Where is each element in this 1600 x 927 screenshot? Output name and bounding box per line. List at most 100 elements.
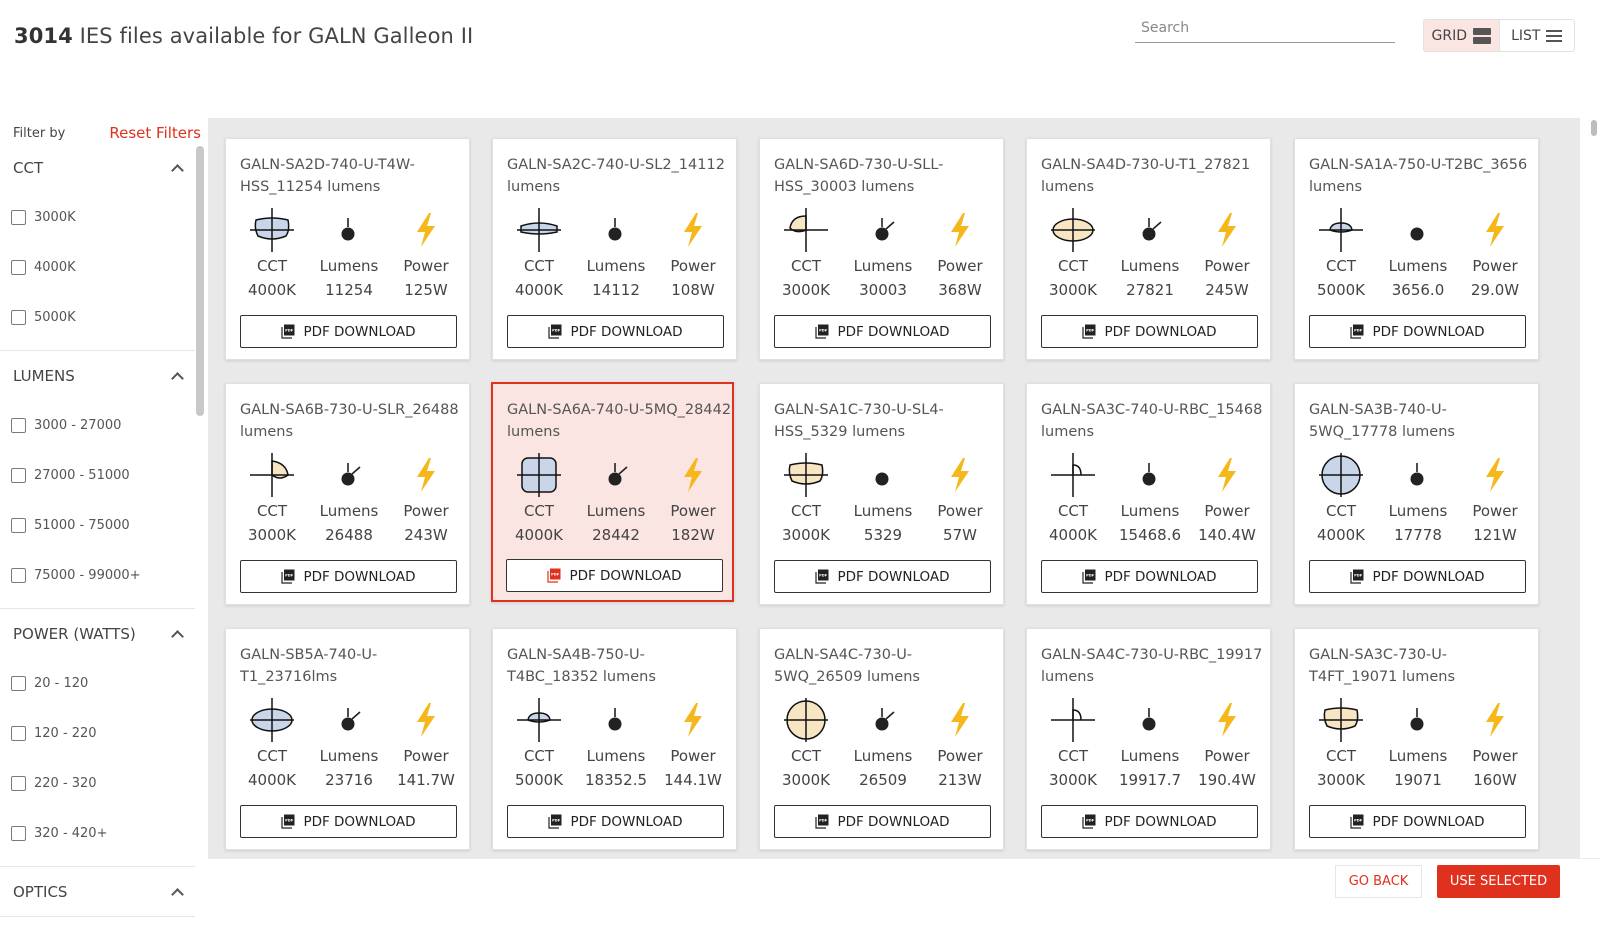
filter-checkbox[interactable]	[11, 567, 26, 583]
pdf-download-button[interactable]: PDF PDF DOWNLOAD	[1309, 805, 1526, 838]
grid-scrollbar-thumb[interactable]	[1591, 120, 1597, 136]
filter-checkbox[interactable]	[11, 675, 26, 691]
filter-checkbox[interactable]	[11, 825, 26, 841]
filter-section-2: POWER (WATTS) 20 - 120 120 - 220 220 - 320 3…	[0, 609, 195, 867]
filter-option[interactable]: 320 - 420+	[0, 808, 195, 858]
filter-checkbox[interactable]	[11, 309, 26, 325]
power-value: 243W	[404, 526, 448, 544]
filter-section-title: POWER (WATTS)	[13, 624, 136, 643]
card-title: GALN-SA2C-740-U-SL2_14112 lumens	[507, 157, 725, 195]
filter-checkbox[interactable]	[11, 467, 26, 483]
card-metrics: CCT 5000K Lumens 18352.5 Power 144.1W	[493, 698, 736, 799]
pdf-download-button[interactable]: PDF PDF DOWNLOAD	[1309, 315, 1526, 348]
list-view-button[interactable]: LIST	[1498, 20, 1575, 51]
sidebar-scrollbar[interactable]	[196, 146, 204, 416]
chevron-up-icon[interactable]	[172, 887, 182, 897]
filter-option[interactable]: 5000K	[0, 292, 195, 342]
filter-option[interactable]: 75000 - 99000+	[0, 550, 195, 600]
power-label: Power	[937, 502, 983, 520]
ies-file-card[interactable]: GALN-SA3B-740-U-5WQ_17778 lumens CCT 4000K…	[1294, 383, 1539, 605]
pdf-download-button[interactable]: PDF PDF DOWNLOAD	[507, 805, 724, 838]
filter-checkbox[interactable]	[11, 775, 26, 791]
filter-option[interactable]: 51000 - 75000	[0, 500, 195, 550]
filter-checkbox[interactable]	[11, 259, 26, 275]
card-metrics: CCT 4000K Lumens 17778 Power 121W	[1295, 453, 1538, 554]
filter-checkbox[interactable]	[11, 725, 26, 741]
grid-scrollbar-track[interactable]	[1580, 118, 1600, 858]
ies-file-card[interactable]: GALN-SA4B-750-U-T4BC_18352 lumens CCT 5000…	[492, 628, 737, 850]
svg-text:PDF: PDF	[820, 574, 829, 578]
search-input[interactable]	[1135, 14, 1395, 43]
lightning-bolt-icon	[915, 209, 1005, 251]
filter-option[interactable]: 20 - 120	[0, 658, 195, 708]
filter-option[interactable]: 120 - 220	[0, 708, 195, 758]
pdf-download-button[interactable]: PDF PDF DOWNLOAD	[774, 315, 991, 348]
ies-file-card[interactable]: GALN-SA4C-730-U-RBC_19917 lumens CCT 3000K…	[1026, 628, 1271, 850]
go-back-button[interactable]: GO BACK	[1335, 865, 1422, 898]
filter-checkbox[interactable]	[11, 209, 26, 225]
ies-file-card[interactable]: GALN-SA1C-730-U-SL4-HSS_5329 lumens CCT 30…	[759, 383, 1004, 605]
ies-file-card[interactable]: GALN-SA6B-730-U-SLR_26488 lumens CCT 3000K…	[225, 383, 470, 605]
svg-text:PDF: PDF	[1355, 819, 1364, 823]
filter-option[interactable]: 220 - 320	[0, 758, 195, 808]
svg-text:PDF: PDF	[286, 574, 295, 578]
svg-text:PDF: PDF	[820, 819, 829, 823]
pdf-download-label: PDF DOWNLOAD	[1104, 813, 1217, 830]
power-metric: Power 57W	[915, 454, 1005, 544]
lightning-bolt-icon	[648, 454, 738, 496]
pdf-download-button[interactable]: PDF PDF DOWNLOAD	[774, 805, 991, 838]
pdf-download-button[interactable]: PDF PDF DOWNLOAD	[240, 315, 457, 348]
filter-option[interactable]: 3000K	[0, 192, 195, 242]
power-metric: Power 141.7W	[381, 699, 471, 789]
pdf-icon: PDF	[1082, 814, 1096, 829]
svg-text:PDF: PDF	[1355, 574, 1364, 578]
chevron-up-icon[interactable]	[172, 629, 182, 639]
card-metrics: CCT 3000K Lumens 26488 Power 243W	[226, 453, 469, 554]
pdf-download-label: PDF DOWNLOAD	[1372, 323, 1485, 340]
chevron-up-icon[interactable]	[172, 371, 182, 381]
pdf-download-button[interactable]: PDF PDF DOWNLOAD	[240, 805, 457, 838]
pdf-download-button[interactable]: PDF PDF DOWNLOAD	[774, 560, 991, 593]
filter-checkbox[interactable]	[11, 517, 26, 533]
card-title: GALN-SA6B-730-U-SLR_26488 lumens	[240, 402, 459, 440]
ies-file-card[interactable]: GALN-SA2C-740-U-SL2_14112 lumens CCT 4000K…	[492, 138, 737, 360]
pdf-icon: PDF	[815, 814, 829, 829]
power-metric: Power 160W	[1450, 699, 1540, 789]
pdf-download-button[interactable]: PDF PDF DOWNLOAD	[1309, 560, 1526, 593]
ies-file-card[interactable]: GALN-SA3C-730-U-T4FT_19071 lumens CCT 3000…	[1294, 628, 1539, 850]
ies-file-card[interactable]: GALN-SA3C-740-U-RBC_15468 lumens CCT 4000K…	[1026, 383, 1271, 605]
filter-section-header[interactable]: POWER (WATTS)	[0, 609, 195, 658]
pdf-download-button[interactable]: PDF PDF DOWNLOAD	[507, 315, 724, 348]
ies-file-card[interactable]: GALN-SA6D-730-U-SLL-HSS_30003 lumens CCT 3…	[759, 138, 1004, 360]
pdf-download-button[interactable]: PDF PDF DOWNLOAD	[240, 560, 457, 593]
pdf-download-button[interactable]: PDF PDF DOWNLOAD	[1041, 805, 1258, 838]
power-metric: Power 125W	[381, 209, 471, 299]
pdf-download-button[interactable]: PDF PDF DOWNLOAD	[1041, 315, 1258, 348]
lightning-bolt-icon	[381, 699, 471, 741]
pdf-download-button[interactable]: PDF PDF DOWNLOAD	[506, 559, 723, 592]
grid-view-button[interactable]: GRID	[1424, 20, 1499, 51]
reset-filters-link[interactable]: Reset Filters	[109, 124, 201, 142]
pdf-icon: PDF	[548, 324, 562, 339]
filter-section-header[interactable]: OPTICS	[0, 867, 195, 916]
chevron-up-icon[interactable]	[172, 163, 182, 173]
filter-option[interactable]: 4000K	[0, 242, 195, 292]
filter-checkbox[interactable]	[11, 417, 26, 433]
ies-file-card[interactable]: GALN-SA1A-750-U-T2BC_3656 lumens CCT 5000K…	[1294, 138, 1539, 360]
power-label: Power	[1472, 747, 1518, 765]
pdf-download-button[interactable]: PDF PDF DOWNLOAD	[1041, 560, 1258, 593]
filter-section-header[interactable]: CCT	[0, 143, 195, 192]
filter-section-header[interactable]: LUMENS	[0, 351, 195, 400]
power-value: 245W	[1205, 281, 1249, 299]
ies-file-card[interactable]: GALN-SA4C-730-U-5WQ_26509 lumens CCT 3000K…	[759, 628, 1004, 850]
ies-file-card[interactable]: GALN-SA2D-740-U-T4W-HSS_11254 lumens CCT 4…	[225, 138, 470, 360]
pdf-icon: PDF	[815, 324, 829, 339]
use-selected-button[interactable]: USE SELECTED	[1437, 865, 1560, 898]
card-title: GALN-SA1C-730-U-SL4-HSS_5329 lumens	[774, 402, 944, 440]
filter-option[interactable]: 27000 - 51000	[0, 450, 195, 500]
filter-option[interactable]: 3000 - 27000	[0, 400, 195, 450]
ies-file-card[interactable]: GALN-SB5A-740-U-T1_23716lms CCT 4000K Lumen…	[225, 628, 470, 850]
ies-file-card[interactable]: GALN-SA6A-740-U-5MQ_28442 lumens CCT 4000K…	[491, 382, 734, 602]
ies-file-card[interactable]: GALN-SA4D-730-U-T1_27821 lumens CCT 3000K L…	[1026, 138, 1271, 360]
card-title: GALN-SA6A-740-U-5MQ_28442 lumens	[507, 402, 732, 440]
